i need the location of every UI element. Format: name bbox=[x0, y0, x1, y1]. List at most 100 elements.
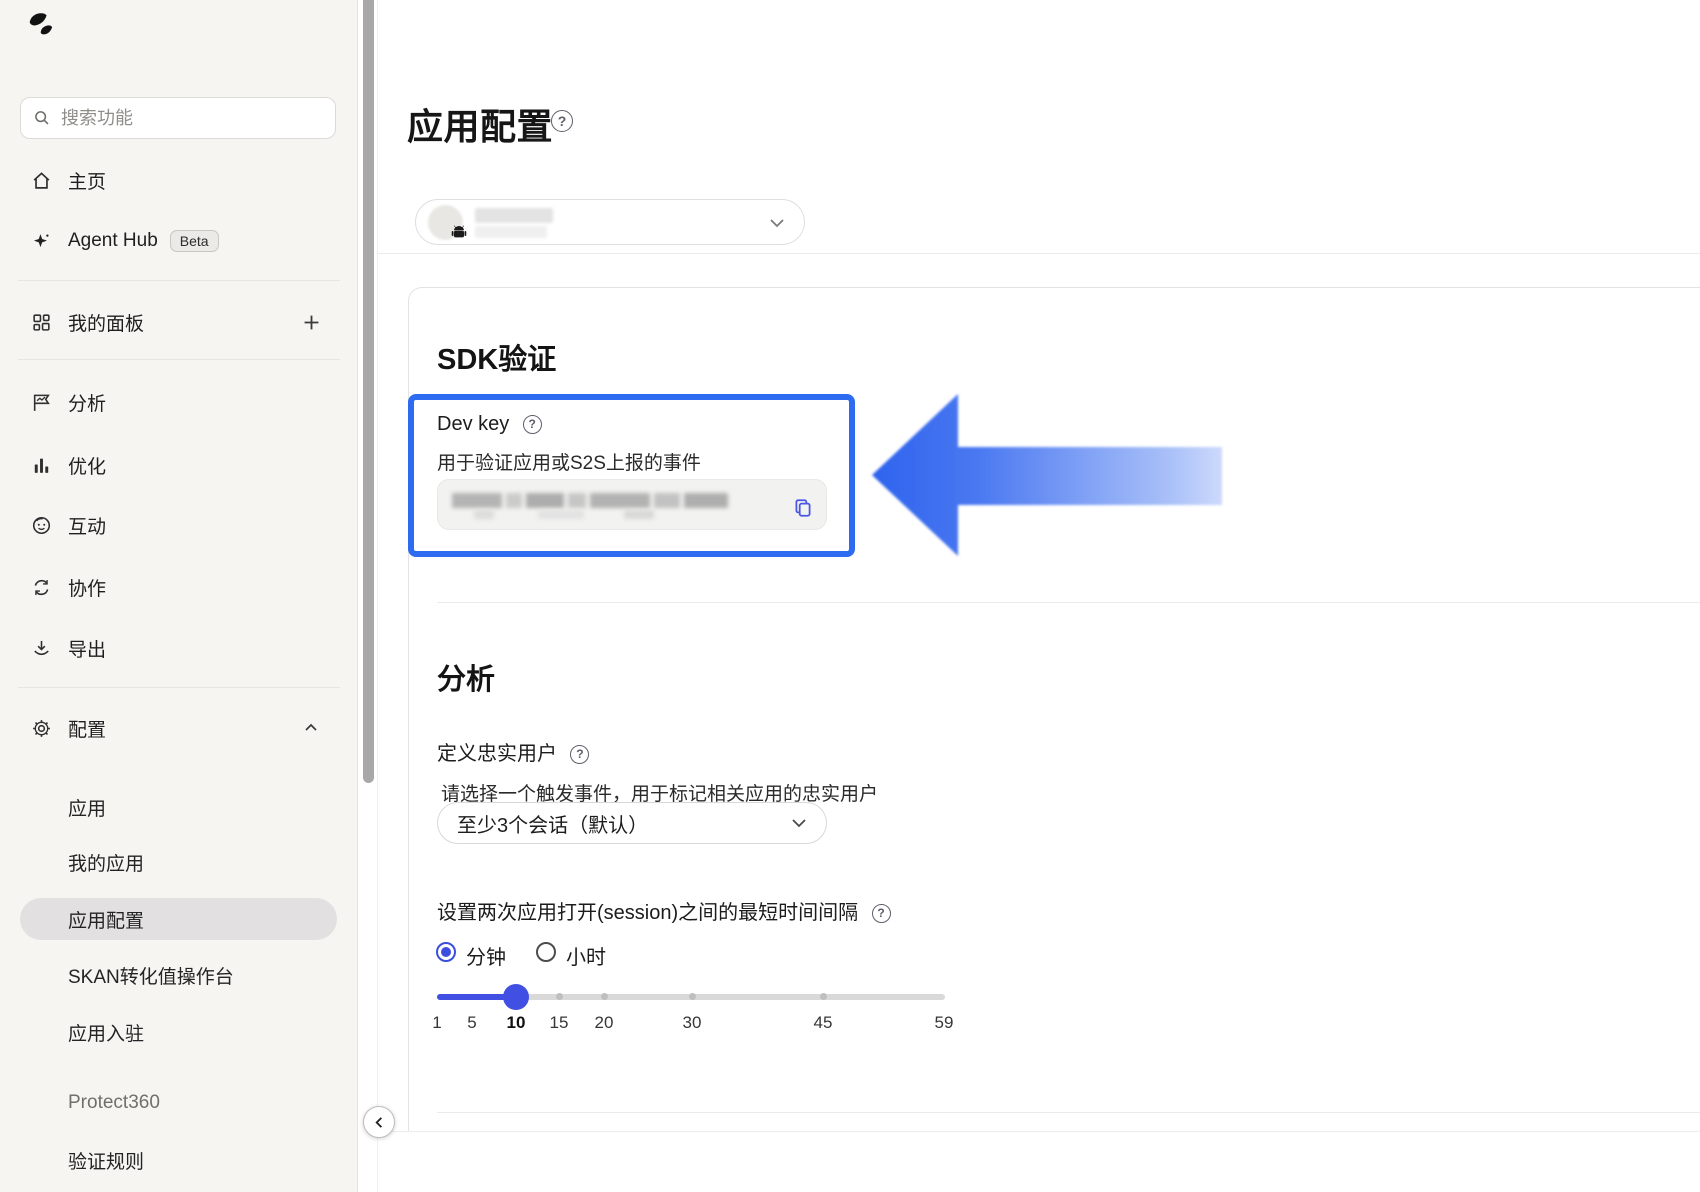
session-gap-help-icon[interactable]: ? bbox=[871, 903, 891, 923]
sidebar-item-optimize[interactable]: 优化 bbox=[0, 450, 358, 480]
sidebar-item-label: 优化 bbox=[68, 456, 107, 478]
sidebar-item-configuration[interactable]: 配置 bbox=[0, 713, 358, 743]
chevron-left-icon bbox=[374, 1116, 382, 1128]
header-divider bbox=[377, 253, 1700, 254]
slider-tick-dot bbox=[556, 993, 563, 1000]
sidebar-divider bbox=[18, 359, 340, 360]
radio-minutes[interactable] bbox=[436, 942, 456, 962]
dropdown-value: 至少3个会话（默认） bbox=[457, 814, 649, 837]
bar-chart-icon bbox=[30, 454, 52, 476]
page-title: 应用配置 bbox=[407, 106, 554, 147]
sidebar-collapse-button[interactable] bbox=[363, 1106, 395, 1138]
sidebar-subitem-my-apps[interactable]: 我的应用 bbox=[0, 847, 358, 877]
sdk-section-title: SDK验证 bbox=[437, 344, 557, 376]
slider-tick-label: 20 bbox=[594, 1013, 614, 1032]
annotation-arrow-left bbox=[872, 394, 1222, 556]
export-icon bbox=[30, 637, 52, 659]
analytics-section-title: 分析 bbox=[437, 664, 496, 696]
sidebar-section-validation-rules[interactable]: 验证规则 bbox=[0, 1145, 358, 1175]
loyal-users-help-icon[interactable]: ? bbox=[570, 744, 590, 764]
sidebar-item-collaborate[interactable]: 协作 bbox=[0, 572, 358, 602]
sidebar-item-label: 协作 bbox=[68, 578, 107, 600]
session-gap-label-row: 设置两次应用打开(session)之间的最短时间间隔 ? bbox=[437, 896, 891, 925]
sync-icon bbox=[30, 576, 52, 598]
plus-icon bbox=[304, 315, 318, 329]
dev-key-help-icon[interactable]: ? bbox=[522, 414, 542, 434]
sparkle-icon bbox=[30, 230, 52, 252]
subitem-label: 我的应用 bbox=[68, 853, 145, 875]
slider-tick-dot bbox=[820, 993, 827, 1000]
radio-minutes-label[interactable]: 分钟 bbox=[466, 941, 506, 970]
slider-tick-label: 5 bbox=[467, 1013, 477, 1032]
dashboard-icon bbox=[30, 311, 52, 333]
session-gap-slider-handle[interactable] bbox=[503, 984, 529, 1010]
panel-divider bbox=[377, 0, 378, 1192]
dev-key-label-row: Dev key ? bbox=[437, 413, 542, 436]
slider-tick-label: 59 bbox=[934, 1013, 954, 1032]
redacted-app-id bbox=[475, 226, 547, 238]
subitem-label: SKAN转化值操作台 bbox=[68, 966, 234, 988]
feature-search[interactable] bbox=[20, 97, 336, 139]
flag-chart-icon bbox=[30, 391, 52, 413]
slider-tick-label-current: 10 bbox=[506, 1013, 526, 1032]
slider-tick-label: 30 bbox=[682, 1013, 702, 1032]
slider-tick-label: 15 bbox=[549, 1013, 569, 1032]
sidebar-subitem-apps[interactable]: 应用 bbox=[0, 792, 358, 822]
sidebar-item-analyze[interactable]: 分析 bbox=[0, 387, 358, 417]
sidebar-item-label: 导出 bbox=[68, 639, 107, 661]
sidebar: 主页 Agent Hub Beta 我的面板 bbox=[0, 0, 358, 1192]
sidebar-subitem-app-onboarding[interactable]: 应用入驻 bbox=[0, 1017, 358, 1047]
add-dashboard-button[interactable] bbox=[300, 311, 322, 333]
sidebar-item-agent-hub[interactable]: Agent Hub Beta bbox=[0, 226, 358, 256]
sidebar-subitem-app-settings[interactable]: 应用配置 bbox=[0, 904, 358, 934]
chevron-down-icon bbox=[770, 219, 784, 228]
redacted-dev-key-2 bbox=[474, 510, 654, 519]
sidebar-item-engage[interactable]: 互动 bbox=[0, 510, 358, 540]
section-label: Protect360 bbox=[68, 1092, 160, 1113]
search-icon bbox=[35, 111, 49, 125]
dev-key-field[interactable] bbox=[437, 479, 827, 530]
redacted-dev-key bbox=[452, 493, 728, 508]
slider-tick-dot bbox=[689, 993, 696, 1000]
android-icon bbox=[451, 225, 467, 238]
app-selector-dropdown[interactable] bbox=[415, 199, 805, 245]
subitem-label: 应用配置 bbox=[68, 910, 145, 932]
sidebar-item-label: 分析 bbox=[68, 393, 107, 415]
sidebar-subitem-skan-studio[interactable]: SKAN转化值操作台 bbox=[0, 960, 358, 990]
chevron-up-icon bbox=[305, 723, 317, 731]
sidebar-item-label: 主页 bbox=[68, 171, 107, 193]
section-divider bbox=[437, 602, 1700, 603]
copy-icon[interactable] bbox=[792, 497, 814, 519]
sidebar-item-label: 互动 bbox=[68, 516, 107, 538]
sidebar-scrollbar[interactable] bbox=[363, 0, 374, 783]
chevron-down-icon bbox=[792, 819, 806, 828]
sidebar-item-home[interactable]: 主页 bbox=[0, 165, 358, 195]
loyal-users-label: 定义忠实用户 bbox=[437, 743, 557, 765]
face-icon bbox=[30, 514, 52, 536]
collapse-config-button[interactable] bbox=[300, 717, 322, 739]
app-window: 主页 Agent Hub Beta 我的面板 bbox=[0, 0, 1700, 1192]
content-bottom-divider bbox=[377, 1131, 1700, 1132]
help-icon[interactable]: ? bbox=[551, 110, 573, 132]
subitem-label: 应用 bbox=[68, 798, 107, 820]
slider-tick-dot bbox=[601, 993, 608, 1000]
beta-badge: Beta bbox=[169, 230, 219, 252]
sidebar-item-my-dashboards[interactable]: 我的面板 bbox=[0, 307, 358, 337]
sidebar-divider bbox=[18, 687, 340, 688]
loyal-users-dropdown[interactable]: 至少3个会话（默认） bbox=[437, 802, 827, 844]
sidebar-divider bbox=[18, 280, 340, 281]
dev-key-description: 用于验证应用或S2S上报的事件 bbox=[437, 453, 701, 474]
loyal-users-label-row: 定义忠实用户 ? bbox=[437, 737, 590, 766]
sidebar-item-label: 我的面板 bbox=[68, 313, 145, 335]
redacted-app-name bbox=[475, 208, 553, 223]
subitem-label: 应用入驻 bbox=[68, 1023, 145, 1045]
section-label: 验证规则 bbox=[68, 1151, 145, 1173]
sidebar-item-label: Agent Hub bbox=[68, 230, 158, 251]
sidebar-section-protect360[interactable]: Protect360 bbox=[0, 1088, 358, 1118]
sidebar-item-export[interactable]: 导出 bbox=[0, 633, 358, 663]
radio-hours[interactable] bbox=[536, 942, 556, 962]
gear-icon bbox=[30, 717, 52, 739]
radio-hours-label[interactable]: 小时 bbox=[566, 941, 606, 970]
search-input[interactable] bbox=[61, 107, 301, 129]
dev-key-label: Dev key bbox=[437, 413, 510, 435]
